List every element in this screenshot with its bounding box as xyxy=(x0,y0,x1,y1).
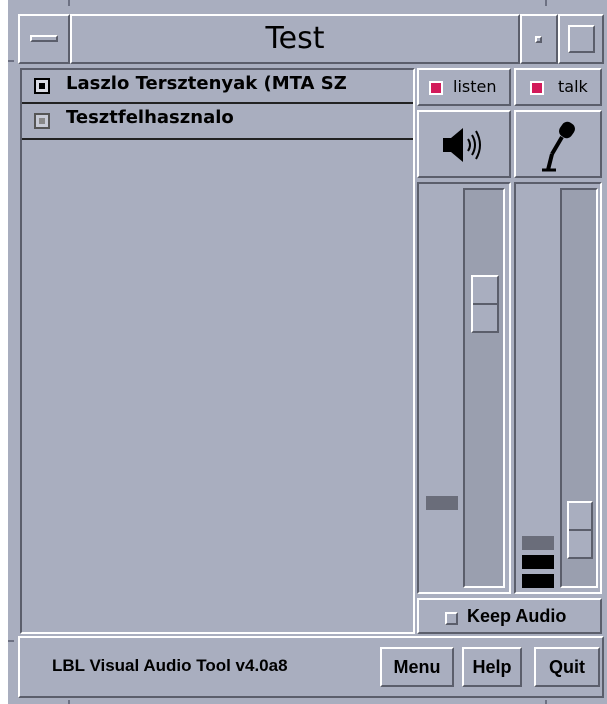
speaker-volume-panel xyxy=(417,182,511,594)
quit-button-label: Quit xyxy=(549,657,585,677)
microphone-button[interactable] xyxy=(514,110,602,178)
participant-status-icon xyxy=(34,113,50,129)
mic-gain-slider[interactable] xyxy=(560,188,598,588)
mic-level-meter-mid xyxy=(522,555,554,569)
maximize-icon xyxy=(568,25,595,53)
help-button[interactable]: Help xyxy=(462,647,522,687)
speaker-volume-slider[interactable] xyxy=(463,188,505,588)
list-item[interactable]: Tesztfelhasznalo xyxy=(22,104,413,140)
participant-status-icon xyxy=(34,78,50,94)
menu-button[interactable]: Menu xyxy=(380,647,454,687)
talk-checkbox[interactable] xyxy=(530,81,544,95)
quit-button[interactable]: Quit xyxy=(534,647,600,687)
window-title: Test xyxy=(265,21,325,56)
minus-icon xyxy=(30,35,58,42)
help-button-label: Help xyxy=(472,657,512,677)
talk-label: talk xyxy=(558,77,588,96)
minimize-button[interactable] xyxy=(520,14,558,64)
mic-gain-thumb[interactable] xyxy=(567,501,593,559)
listen-checkbox[interactable] xyxy=(429,81,443,95)
speaker-volume-thumb[interactable] xyxy=(471,275,499,333)
frame-notch xyxy=(545,0,547,6)
speaker-level-meter xyxy=(426,496,458,510)
mic-level-meter-high xyxy=(522,574,554,588)
menu-button-label: Menu xyxy=(393,657,441,677)
participant-list: Laszlo Tersztenyak (MTA SZ Tesztfelhaszn… xyxy=(20,68,415,634)
mic-level-meter-low xyxy=(522,536,554,550)
keep-audio-checkbox[interactable] xyxy=(445,612,458,625)
list-separator xyxy=(22,138,413,140)
listen-toggle[interactable]: listen xyxy=(417,68,511,106)
speaker-icon xyxy=(443,128,481,162)
title-bar[interactable]: Test xyxy=(70,14,520,64)
keep-audio-label: Keep Audio xyxy=(467,606,567,626)
status-bar: LBL Visual Audio Tool v4.0a8 Menu Help Q… xyxy=(18,636,604,698)
list-item[interactable]: Laszlo Tersztenyak (MTA SZ xyxy=(22,70,413,104)
speaker-button[interactable] xyxy=(417,110,511,178)
frame-notch xyxy=(8,60,14,62)
microphone-icon xyxy=(542,121,575,172)
frame-notch xyxy=(68,0,70,6)
keep-audio-toggle[interactable]: Keep Audio xyxy=(417,598,602,634)
status-text: LBL Visual Audio Tool v4.0a8 xyxy=(52,656,288,675)
frame-notch xyxy=(8,640,14,642)
talk-toggle[interactable]: talk xyxy=(514,68,602,106)
mic-gain-panel xyxy=(514,182,602,594)
minimize-icon xyxy=(535,36,542,43)
maximize-button[interactable] xyxy=(558,14,604,64)
participant-name: Laszlo Tersztenyak (MTA SZ xyxy=(66,73,347,94)
window-menu-button[interactable] xyxy=(18,14,70,64)
listen-label: listen xyxy=(453,77,497,96)
participant-name: Tesztfelhasznalo xyxy=(66,107,234,128)
